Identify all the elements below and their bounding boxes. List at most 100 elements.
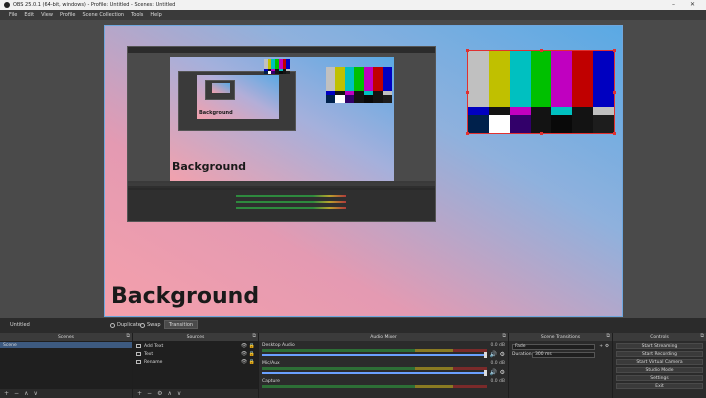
nested-canvas-level2: Background xyxy=(197,75,279,119)
colorbar-stripe xyxy=(382,95,392,103)
source-properties-icon[interactable]: ⚙ xyxy=(157,390,162,397)
colorbar-stripe xyxy=(373,95,383,103)
scenes-list[interactable]: Scene xyxy=(0,341,132,389)
menu-edit[interactable]: Edit xyxy=(24,12,34,18)
selection-box[interactable] xyxy=(467,50,615,134)
source-item[interactable]: Rename 👁 🔒 xyxy=(136,359,255,365)
volume-slider-knob[interactable] xyxy=(484,370,487,376)
sources-dock-header: Sources ⧉ xyxy=(133,333,258,341)
resize-handle-bottom-left[interactable] xyxy=(466,132,469,135)
visibility-lock-icons[interactable]: 👁 🔒 xyxy=(241,351,255,357)
colorbar-stripe xyxy=(344,95,355,103)
gear-icon[interactable]: ⚙ xyxy=(500,369,505,376)
sources-list[interactable]: Add Text 👁 🔒 Text 👁 🔒 Rename 👁 🔒 xyxy=(133,341,258,389)
scene-list-item[interactable]: Scene xyxy=(0,342,132,348)
colorbar-stripe xyxy=(326,67,336,92)
move-scene-up-button[interactable]: ∧ xyxy=(24,390,28,397)
current-scene-name: Untitled xyxy=(10,322,30,328)
menu-file[interactable]: File xyxy=(9,12,17,18)
title-bar: OBS 25.0.1 (64-bit, windows) - Profile: … xyxy=(0,0,706,10)
dock-float-icon[interactable]: ⧉ xyxy=(502,333,506,339)
colorbar-stripe xyxy=(363,67,374,92)
colorbar-stripe xyxy=(344,67,355,92)
resize-handle-top-left[interactable] xyxy=(466,49,469,52)
colorbar-stripe xyxy=(286,59,291,70)
start-streaming-button[interactable]: Start Streaming xyxy=(616,343,703,349)
obs-window: OBS 25.0.1 (64-bit, windows) - Profile: … xyxy=(0,0,706,398)
gear-icon[interactable]: ⚙ xyxy=(500,351,505,358)
add-scene-button[interactable]: + xyxy=(4,390,9,397)
nested-canvas: Background Background xyxy=(170,57,394,181)
move-scene-down-button[interactable]: ∨ xyxy=(33,390,37,397)
colorbar-stripe xyxy=(354,95,364,103)
resize-handle-top[interactable] xyxy=(540,49,543,52)
colorbar-stripe xyxy=(382,67,392,92)
start-recording-button[interactable]: Start Recording xyxy=(616,351,703,357)
sources-dock: Sources ⧉ Add Text 👁 🔒 Text 👁 🔒 Rename 👁 🔒 +… xyxy=(133,333,259,398)
move-source-down-button[interactable]: ∨ xyxy=(177,390,181,397)
controls-dock-header: Controls ⧉ xyxy=(613,333,706,341)
radio-icon xyxy=(140,322,145,328)
dock-float-icon[interactable]: ⧉ xyxy=(126,333,130,339)
colorbar-stripe xyxy=(363,95,374,103)
colorbar-row-top xyxy=(326,67,392,92)
add-transition-button[interactable]: + xyxy=(599,344,603,349)
transition-type-select[interactable]: Fade xyxy=(512,343,595,350)
colorbar-stripe xyxy=(335,95,345,103)
transition-button[interactable]: Transition xyxy=(164,320,198,329)
menu-tools[interactable]: Tools xyxy=(131,12,143,18)
duplicate-scene-option[interactable]: Duplicate xyxy=(110,322,141,328)
mixer-channel: Mic/Aux 0.0 dB 🔊 ⚙ xyxy=(262,361,505,376)
volume-slider[interactable] xyxy=(262,354,485,356)
speaker-icon[interactable]: 🔊 xyxy=(490,351,497,358)
dock-float-icon[interactable]: ⧉ xyxy=(700,333,704,339)
settings-button[interactable]: Settings xyxy=(616,375,703,381)
volume-slider[interactable] xyxy=(262,372,485,374)
start-virtual-camera-button[interactable]: Start Virtual Camera xyxy=(616,359,703,365)
preview-canvas[interactable]: Background Background Background xyxy=(104,25,623,317)
nested-capture-level3 xyxy=(205,80,235,100)
colorbar-row-bot xyxy=(326,95,392,103)
menu-help[interactable]: Help xyxy=(150,12,161,18)
resize-handle-left[interactable] xyxy=(466,91,469,94)
menu-profile[interactable]: Profile xyxy=(60,12,76,18)
source-item[interactable]: Add Text 👁 🔒 xyxy=(136,343,255,349)
add-source-button[interactable]: + xyxy=(137,390,142,397)
remove-source-button[interactable]: − xyxy=(147,390,152,397)
remove-scene-button[interactable]: − xyxy=(14,390,19,397)
speaker-icon[interactable]: 🔊 xyxy=(490,369,497,376)
duration-input[interactable]: 300 ms xyxy=(532,351,595,358)
mixer-channel: Capture 0.0 dB xyxy=(262,379,505,396)
dock-float-icon[interactable]: ⧉ xyxy=(606,333,610,339)
nested-obs-capture[interactable]: Background Background xyxy=(127,46,436,222)
source-item[interactable]: Text 👁 🔒 xyxy=(136,351,255,357)
duration-label: Duration xyxy=(512,352,532,357)
dock-float-icon[interactable]: ⧉ xyxy=(252,333,256,339)
swap-option[interactable]: Swap xyxy=(140,322,161,328)
exit-button[interactable]: Exit xyxy=(616,383,703,389)
colorbar-stripe xyxy=(354,67,364,92)
resize-handle-right[interactable] xyxy=(613,91,616,94)
resize-handle-top-right[interactable] xyxy=(613,49,616,52)
close-button[interactable]: ✕ xyxy=(690,1,695,8)
mixer-channels: Desktop Audio 0.0 dB 🔊 ⚙ Mic/Aux 0.0 dB … xyxy=(259,341,508,398)
resize-handle-bottom[interactable] xyxy=(540,132,543,135)
colorbar-row-bot xyxy=(264,70,291,74)
menu-scene-collection[interactable]: Scene Collection xyxy=(82,12,124,18)
gear-icon[interactable]: ⚙ xyxy=(605,344,609,349)
audio-mixer-dock: Audio Mixer ⧉ Desktop Audio 0.0 dB 🔊 ⚙ Mi… xyxy=(259,333,509,398)
resize-handle-bottom-right[interactable] xyxy=(613,132,616,135)
move-source-up-button[interactable]: ∧ xyxy=(167,390,171,397)
visibility-lock-icons[interactable]: 👁 🔒 xyxy=(241,359,255,365)
volume-meter xyxy=(262,367,487,370)
studio-mode-button[interactable]: Studio Mode xyxy=(616,367,703,373)
nested-capture-level2: Background xyxy=(178,71,296,131)
image-source-icon xyxy=(136,344,141,348)
minimize-button[interactable]: – xyxy=(672,1,675,8)
menu-view[interactable]: View xyxy=(41,12,53,18)
visibility-lock-icons[interactable]: 👁 🔒 xyxy=(241,343,255,349)
mixer-dock-header: Audio Mixer ⧉ xyxy=(259,333,508,341)
volume-slider-knob[interactable] xyxy=(484,352,487,358)
mixer-channel: Desktop Audio 0.0 dB 🔊 ⚙ xyxy=(262,343,505,358)
radio-icon xyxy=(110,322,115,328)
